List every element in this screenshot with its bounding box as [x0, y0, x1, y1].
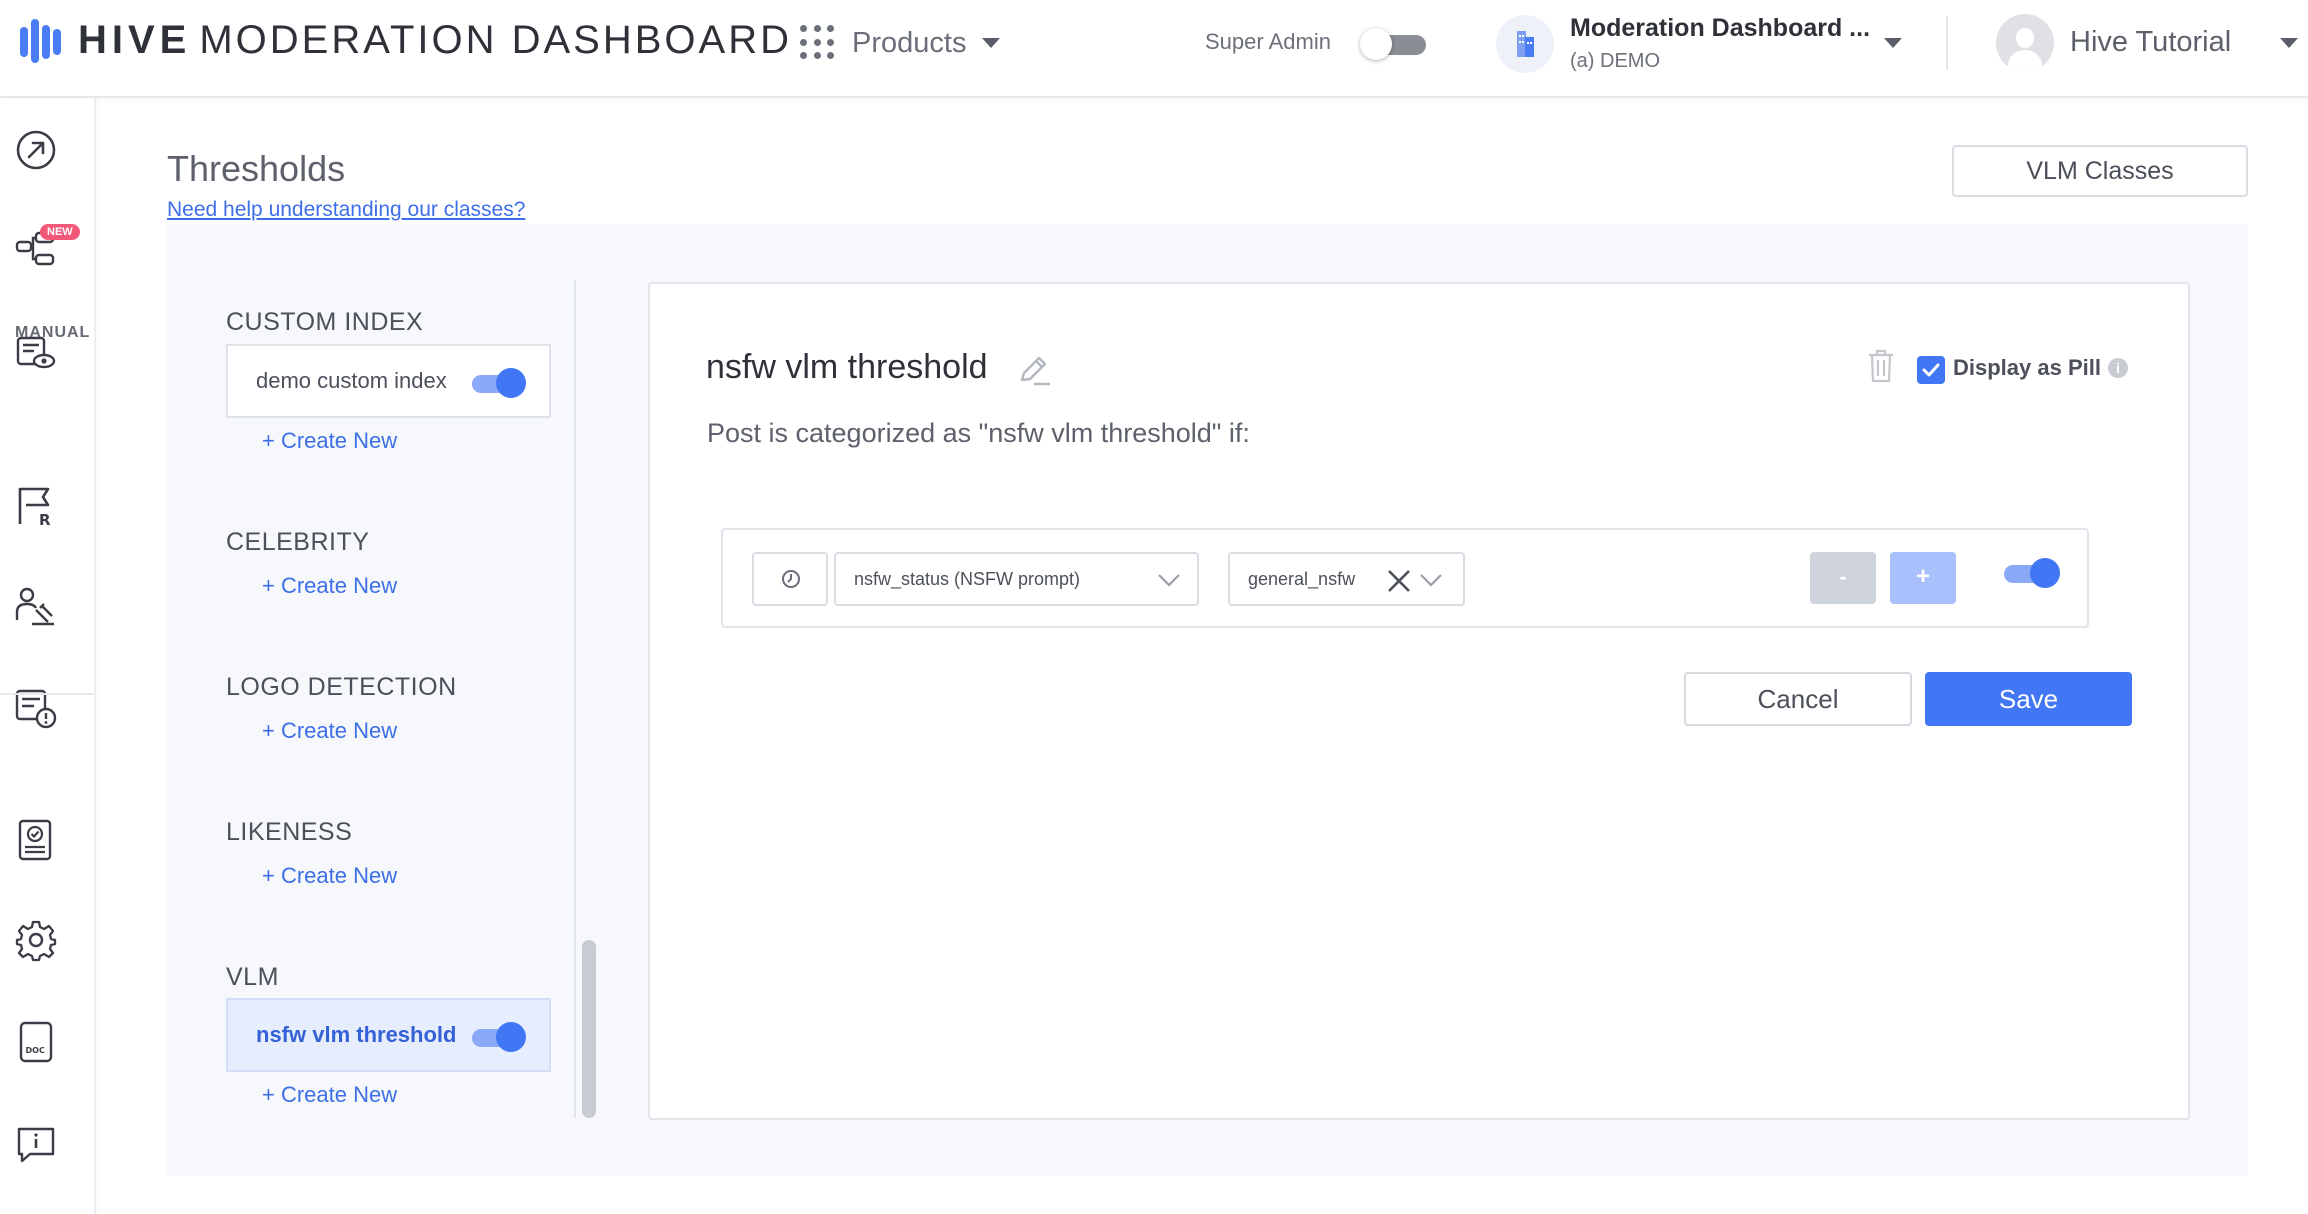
checklist-icon[interactable] [14, 818, 58, 862]
class-select[interactable]: nsfw_status (NSFW prompt) [834, 552, 1199, 606]
section-title-logo-detection: LOGO DETECTION [226, 673, 457, 701]
header-divider [1946, 16, 1948, 70]
value-select[interactable]: general_nsfw [1228, 552, 1465, 606]
list-item-demo-custom-index[interactable]: demo custom index [226, 344, 551, 418]
info-icon[interactable]: i [2108, 358, 2128, 378]
dashboard-arrow-icon[interactable] [14, 128, 58, 172]
edit-pencil-icon[interactable] [1016, 352, 1052, 393]
clock-button[interactable] [752, 552, 828, 606]
flag-review-icon[interactable]: R [14, 484, 58, 529]
organization-name[interactable]: Moderation Dashboard ... [1570, 14, 1870, 43]
section-title-vlm: VLM [226, 963, 279, 991]
create-new-likeness[interactable]: + Create New [262, 863, 397, 889]
svg-text:DOC: DOC [26, 1046, 45, 1055]
chevron-down-icon [1420, 574, 1442, 587]
section-title-custom-index: CUSTOM INDEX [226, 308, 424, 336]
new-badge: NEW [40, 224, 80, 240]
brand-rest: MODERATION DASHBOARD [199, 18, 792, 62]
save-button[interactable]: Save [1925, 672, 2132, 726]
apps-grid-icon [800, 25, 836, 61]
avatar[interactable] [1996, 14, 2054, 72]
organization-building-icon[interactable] [1496, 15, 1554, 73]
condition-toggle[interactable] [2004, 558, 2064, 590]
vlm-classes-button[interactable]: VLM Classes [1952, 145, 2248, 197]
clear-icon [1388, 570, 1410, 592]
section-title-celebrity: CELEBRITY [226, 528, 370, 556]
cancel-button[interactable]: Cancel [1684, 672, 1912, 726]
svg-text:R: R [39, 511, 51, 528]
moderator-icon[interactable] [14, 584, 58, 628]
display-as-pill-label[interactable]: Display as Pill [1953, 355, 2101, 381]
threshold-title: nsfw vlm threshold [706, 348, 988, 386]
enable-toggle[interactable] [472, 1022, 528, 1052]
nav-divider [0, 693, 94, 695]
list-divider [574, 280, 576, 1118]
create-new-celebrity[interactable]: + Create New [262, 573, 397, 599]
super-admin-label: Super Admin [1205, 29, 1331, 54]
super-admin-toggle[interactable] [1360, 26, 1432, 60]
create-new-vlm[interactable]: + Create New [262, 1082, 397, 1108]
clock-icon [782, 570, 800, 588]
app-title: HIVE MODERATION DASHBOARD [78, 18, 792, 63]
top-bar: HIVE MODERATION DASHBOARD Products Super … [0, 0, 2308, 98]
org-chevron-down-icon[interactable] [1884, 38, 1902, 48]
organization-sub: (a) DEMO [1570, 50, 1660, 72]
trash-icon[interactable] [1866, 348, 1896, 389]
threshold-subtitle: Post is categorized as "nsfw vlm thresho… [707, 418, 1250, 448]
remove-condition-button[interactable]: - [1810, 552, 1876, 604]
list-item-nsfw-vlm-threshold[interactable]: nsfw vlm threshold [226, 998, 551, 1072]
products-menu[interactable]: Products [800, 20, 1001, 66]
settings-gear-icon[interactable] [14, 918, 58, 962]
enable-toggle[interactable] [472, 368, 528, 398]
manual-section-label: MANUAL [15, 324, 91, 341]
chevron-down-icon [1158, 574, 1180, 587]
list-item-label: demo custom index [256, 368, 447, 393]
feedback-icon[interactable] [14, 1122, 58, 1166]
section-title-likeness: LIKENESS [226, 818, 353, 846]
user-name[interactable]: Hive Tutorial [2070, 26, 2231, 59]
hive-logo-icon[interactable] [20, 19, 62, 63]
create-new-custom-index[interactable]: + Create New [262, 428, 397, 454]
brand-bold: HIVE [78, 18, 192, 62]
list-item-label: nsfw vlm threshold [256, 1022, 457, 1047]
page-title: Thresholds [167, 148, 346, 189]
list-scrollbar[interactable] [582, 940, 596, 1118]
create-new-logo-detection[interactable]: + Create New [262, 718, 397, 744]
add-condition-button[interactable]: + [1890, 552, 1956, 604]
class-select-value: nsfw_status (NSFW prompt) [854, 569, 1081, 589]
user-chevron-down-icon[interactable] [2280, 38, 2298, 48]
value-tag: general_nsfw [1248, 569, 1356, 589]
chevron-down-icon [982, 38, 1001, 48]
doc-icon[interactable]: DOC [14, 1020, 58, 1064]
display-as-pill-checkbox[interactable] [1917, 356, 1945, 384]
help-link[interactable]: Need help understanding our classes? [167, 198, 525, 222]
products-label: Products [852, 26, 967, 59]
